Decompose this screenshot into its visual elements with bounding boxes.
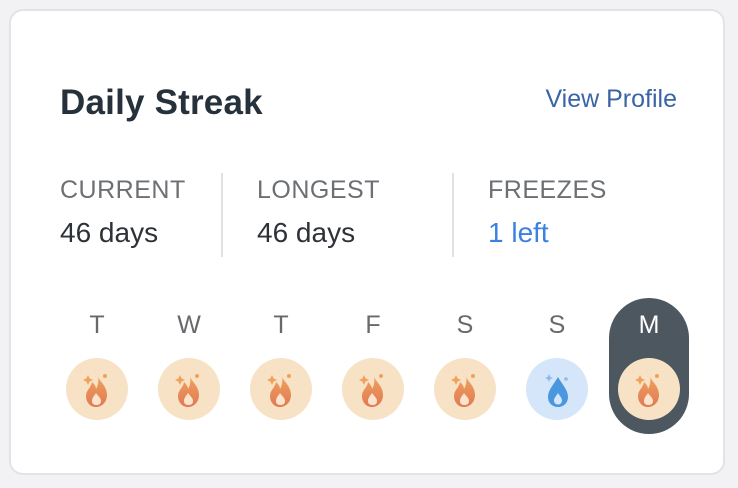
flame-icon — [250, 358, 312, 420]
day-column: S — [517, 298, 597, 434]
flame-icon — [342, 358, 404, 420]
day-letter: W — [177, 311, 201, 339]
day-column-today: M — [609, 298, 689, 434]
day-column: T — [241, 298, 321, 434]
water-drop-icon — [526, 358, 588, 420]
flame-icon — [158, 358, 220, 420]
flame-icon — [434, 358, 496, 420]
day-letter: M — [638, 311, 660, 339]
day-column: F — [333, 298, 413, 434]
day-letter: T — [273, 311, 289, 339]
week-streak-row: TWTFSSM — [0, 0, 738, 488]
day-column: W — [149, 298, 229, 434]
day-column: T — [57, 298, 137, 434]
day-letter: S — [456, 311, 474, 339]
flame-icon — [66, 358, 128, 420]
day-letter: F — [365, 311, 381, 339]
day-column: S — [425, 298, 505, 434]
day-letter: T — [89, 311, 105, 339]
day-letter: S — [548, 311, 566, 339]
flame-icon — [618, 358, 680, 420]
